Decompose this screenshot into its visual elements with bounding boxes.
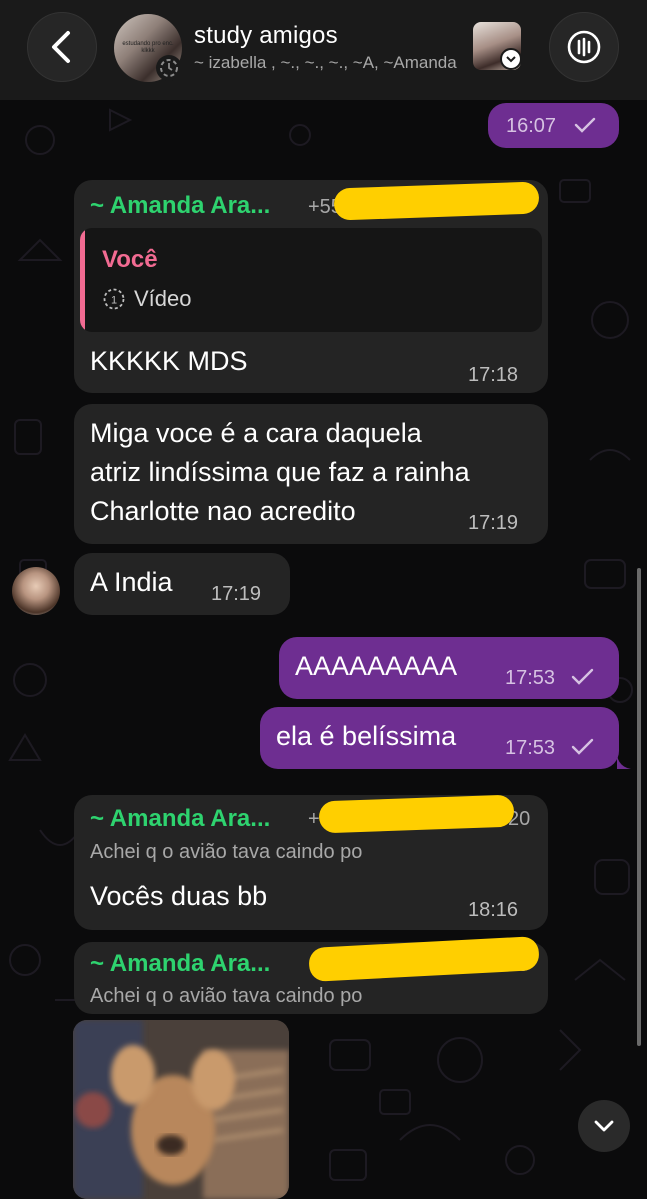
message-bubble-incoming[interactable]: Miga voce é a cara daquela atriz lindíss… [74, 404, 548, 544]
message-text: A India [90, 567, 173, 597]
scroll-to-bottom-button[interactable] [578, 1100, 630, 1152]
message-bubble-outgoing[interactable]: AAAAAAAAA 17:53 [279, 637, 619, 699]
message-text: Vocês duas bb [90, 881, 268, 911]
sender-name[interactable]: ~ Amanda Ara... [90, 950, 270, 978]
message-text: ela é belíssima [276, 721, 457, 751]
message-time: 17:19 [468, 512, 519, 534]
message-time: 17:53 [505, 667, 556, 689]
message-time: 17:19 [211, 583, 262, 605]
redaction-mark [333, 181, 540, 221]
message-bubble-incoming[interactable]: ~ Amanda Ara... 5020 Achei q o avião tav… [74, 936, 548, 1014]
chat-header: estudando pro enc. klkkk study amigos ~ … [0, 0, 647, 100]
message-text: AAAAAAAAA [295, 651, 458, 681]
quote-author: Você [102, 246, 158, 273]
message-text-line: Charlotte nao acredito [90, 496, 356, 526]
message-bubble-incoming[interactable]: ~ Amanda Ara... + 20 Achei q o avião tav… [74, 794, 548, 930]
chevron-down-icon [594, 1120, 614, 1132]
svg-text:1: 1 [111, 295, 117, 307]
chevron-down-icon [500, 48, 522, 70]
message-bubble-outgoing[interactable]: ela é belíssima 17:53 [260, 707, 619, 769]
check-icon [574, 117, 596, 133]
check-icon [571, 738, 594, 755]
message-bubble-incoming[interactable]: A India 17:19 [74, 553, 290, 615]
bubble-tail [617, 755, 631, 769]
audio-call-icon [567, 30, 601, 64]
message-text-line: atriz lindíssima que faz a rainha [90, 457, 470, 487]
redaction-mark [318, 794, 515, 834]
check-icon [571, 668, 594, 685]
status-indicator-icon [156, 55, 182, 81]
view-once-icon: 1 [103, 288, 125, 310]
message-text-line: Miga voce é a cara daquela [90, 418, 422, 448]
quote-media-type: Vídeo [134, 286, 192, 311]
message-time: 17:53 [505, 737, 556, 759]
avatar-caption: estudando pro enc. klkkk [122, 41, 174, 54]
message-time: 18:16 [468, 899, 519, 921]
message-bubble-outgoing[interactable]: 16:07 [488, 103, 619, 148]
reply-quote[interactable]: Você 1 Vídeo [80, 228, 542, 332]
video-thumbnail[interactable] [73, 1020, 289, 1199]
message-time: 17:18 [468, 364, 519, 386]
reply-preview[interactable]: Achei q o avião tava caindo po [90, 841, 362, 864]
chevron-left-icon [52, 31, 70, 63]
chat-title[interactable]: study amigos [194, 22, 338, 50]
message-time: 16:07 [506, 115, 557, 137]
quote-accent-bar [80, 228, 85, 332]
audio-call-button[interactable] [549, 12, 619, 82]
sender-avatar[interactable] [12, 567, 60, 615]
message-bubble-incoming[interactable]: ~ Amanda Ara... +55 Você 1 Vídeo KKKKK M… [74, 180, 548, 393]
scrollbar[interactable] [637, 568, 641, 1046]
sender-name[interactable]: ~ Amanda Ara... [90, 805, 270, 833]
reply-preview[interactable]: Achei q o avião tava caindo po [90, 985, 362, 1008]
sender-name[interactable]: ~ Amanda Ara... [90, 192, 270, 220]
sender-phone: + [308, 808, 320, 830]
back-button[interactable] [27, 12, 97, 82]
message-text: KKKKK MDS [90, 346, 248, 376]
chat-members[interactable]: ~ izabella , ~., ~., ~., ~A, ~Amanda [194, 53, 464, 73]
